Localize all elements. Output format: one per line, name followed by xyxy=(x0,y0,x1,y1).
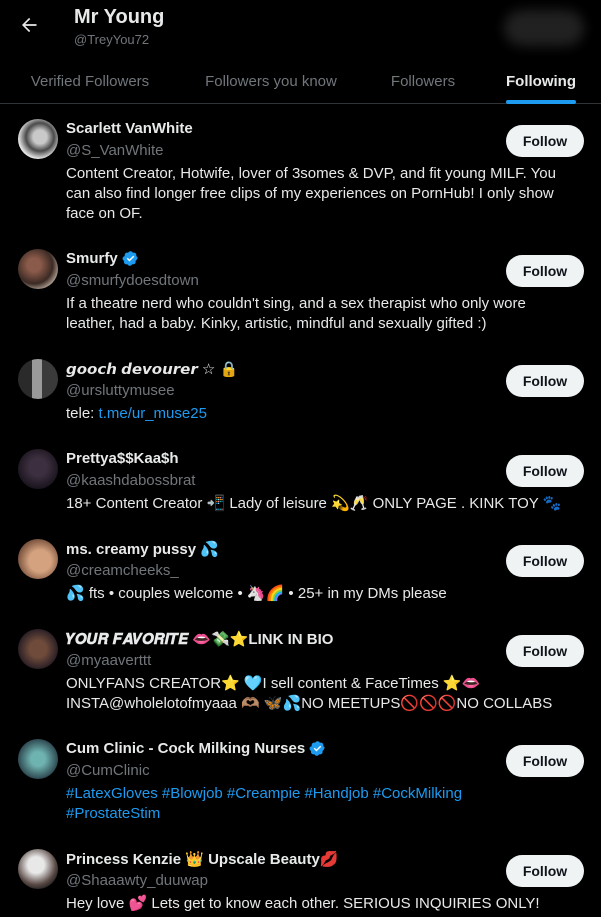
avatar[interactable] xyxy=(18,359,58,399)
user-cell[interactable]: ms. creamy pussy 💦 @creamcheeks_ 💦 fts •… xyxy=(0,525,601,615)
follow-button[interactable]: Follow xyxy=(506,255,584,287)
follow-button[interactable]: Follow xyxy=(506,455,584,487)
user-name-text: 𝙜𝙤𝙤𝙘𝙝 𝙙𝙚𝙫𝙤𝙪𝙧𝙚𝙧 ☆ 🔒 xyxy=(66,361,239,378)
user-bio: 18+ Content Creator 📲 Lady of leisure 💫🥂… xyxy=(66,494,576,514)
profile-handle: @TreyYou72 xyxy=(74,32,150,47)
user-display-name[interactable]: Prettya$$Kaa$h xyxy=(66,450,179,467)
bio-line: leather, had a baby. Kinky, artistic, mi… xyxy=(66,315,487,332)
user-bio: Content Creator, Hotwife, lover of 3some… xyxy=(66,164,576,224)
bio-line: can also find longer free clips of my ex… xyxy=(66,185,554,202)
follow-button[interactable]: Follow xyxy=(506,545,584,577)
tab-label: Followers xyxy=(390,72,456,90)
user-name-text: 𝒀𝑶𝑼𝑹 𝑭𝑨𝑽𝑶𝑹𝑰𝑻𝑬 👄💸⭐LINK IN BIO xyxy=(66,631,334,648)
follow-button[interactable]: Follow xyxy=(506,635,584,667)
user-cell[interactable]: Smurfy @smurfydoesdtown If a theatre ner… xyxy=(0,235,601,345)
follow-button[interactable]: Follow xyxy=(506,855,584,887)
bio-prefix: tele: xyxy=(66,405,99,422)
follow-button[interactable]: Follow xyxy=(506,125,584,157)
follow-button[interactable]: Follow xyxy=(506,745,584,777)
back-button[interactable] xyxy=(14,10,44,40)
user-name-text: Scarlett VanWhite xyxy=(66,120,193,137)
user-name-text: Cum Clinic - Cock Milking Nurses xyxy=(66,740,306,757)
user-bio: tele: t.me/ur_muse25 xyxy=(66,404,576,424)
bio-line: face on OF. xyxy=(66,205,143,222)
tab-following[interactable]: Following xyxy=(484,58,598,104)
user-bio-hashtags[interactable]: #LatexGloves #Blowjob #Creampie #Handjob… xyxy=(66,784,576,824)
profile-header: Mr Young @TreyYou72 xyxy=(0,0,601,52)
user-cell[interactable]: Princess Kenzie 👑 Upscale Beauty💋 @Shaaa… xyxy=(0,835,601,915)
tab-followers[interactable]: Followers xyxy=(362,58,484,104)
tab-bar: Verified Followers Followers you know Fo… xyxy=(0,58,601,104)
verified-badge-icon xyxy=(122,251,138,266)
user-handle[interactable]: @ursluttymusee xyxy=(66,382,175,399)
avatar[interactable] xyxy=(18,119,58,159)
bio-line: If a theatre nerd who couldn't sing, and… xyxy=(66,295,526,312)
user-handle[interactable]: @S_VanWhite xyxy=(66,142,164,159)
user-display-name[interactable]: Cum Clinic - Cock Milking Nurses xyxy=(66,740,326,757)
tab-label: Followers you know xyxy=(205,72,337,90)
user-display-name[interactable]: 𝙜𝙤𝙤𝙘𝙝 𝙙𝙚𝙫𝙤𝙪𝙧𝙚𝙧 ☆ 🔒 xyxy=(66,360,238,378)
user-handle[interactable]: @creamcheeks_ xyxy=(66,562,179,579)
user-name-text: Prettya$$Kaa$h xyxy=(66,450,179,467)
bio-line: 18+ Content Creator 📲 Lady of leisure 💫🥂… xyxy=(66,495,562,512)
user-display-name[interactable]: ms. creamy pussy 💦 xyxy=(66,540,219,558)
profile-name: Mr Young xyxy=(74,6,165,28)
user-display-name[interactable]: Princess Kenzie 👑 Upscale Beauty💋 xyxy=(66,850,338,868)
avatar[interactable] xyxy=(18,849,58,889)
arrow-left-icon xyxy=(22,17,37,33)
user-cell[interactable]: 𝒀𝑶𝑼𝑹 𝑭𝑨𝑽𝑶𝑹𝑰𝑻𝑬 👄💸⭐LINK IN BIO @myaaverttt… xyxy=(0,615,601,725)
user-bio: If a theatre nerd who couldn't sing, and… xyxy=(66,294,576,334)
verified-badge-icon xyxy=(309,741,325,756)
bio-line: Content Creator, Hotwife, lover of 3some… xyxy=(66,165,556,182)
user-cell[interactable]: Prettya$$Kaa$h @kaashdabossbrat 18+ Cont… xyxy=(0,435,601,525)
user-handle[interactable]: @kaashdabossbrat xyxy=(66,472,195,489)
user-display-name[interactable]: 𝒀𝑶𝑼𝑹 𝑭𝑨𝑽𝑶𝑹𝑰𝑻𝑬 👄💸⭐LINK IN BIO xyxy=(66,630,333,648)
user-bio: 💦 fts • couples welcome • 🦄🌈 • 25+ in my… xyxy=(66,584,576,604)
user-display-name[interactable]: Smurfy xyxy=(66,250,139,267)
tab-followers-you-know[interactable]: Followers you know xyxy=(180,58,362,104)
bio-line: Hey love 💕 Lets get to know each other. … xyxy=(66,895,540,912)
user-name-text: Princess Kenzie 👑 Upscale Beauty💋 xyxy=(66,851,339,868)
follow-button[interactable]: Follow xyxy=(506,365,584,397)
avatar[interactable] xyxy=(18,629,58,669)
tab-label: Verified Followers xyxy=(30,72,150,90)
avatar[interactable] xyxy=(18,539,58,579)
user-display-name[interactable]: Scarlett VanWhite xyxy=(66,120,193,137)
user-cell[interactable]: Scarlett VanWhite @S_VanWhite Content Cr… xyxy=(0,105,601,235)
bio-line: ONLYFANS CREATOR⭐ 🩵I sell content & Face… xyxy=(66,675,481,692)
user-name-text: Smurfy xyxy=(66,250,118,267)
following-list: Scarlett VanWhite @S_VanWhite Content Cr… xyxy=(0,105,601,915)
tab-label: Following xyxy=(506,72,576,90)
user-bio: ONLYFANS CREATOR⭐ 🩵I sell content & Face… xyxy=(66,674,576,714)
avatar[interactable] xyxy=(18,449,58,489)
hashtag-line[interactable]: #ProstateStim xyxy=(66,804,576,824)
avatar[interactable] xyxy=(18,739,58,779)
user-cell[interactable]: 𝙜𝙤𝙤𝙘𝙝 𝙙𝙚𝙫𝙤𝙪𝙧𝙚𝙧 ☆ 🔒 @ursluttymusee tele: … xyxy=(0,345,601,435)
user-name-text: ms. creamy pussy 💦 xyxy=(66,541,219,558)
user-handle[interactable]: @Shaaawty_duuwap xyxy=(66,872,208,889)
blurred-header-element xyxy=(504,10,584,46)
bio-line: INSTA@wholelotofmyaaa 🫶🏽 🦋💦NO MEETUPS🚫🚫🚫… xyxy=(66,695,553,712)
bio-line: 💦 fts • couples welcome • 🦄🌈 • 25+ in my… xyxy=(66,585,447,602)
user-handle[interactable]: @smurfydoesdtown xyxy=(66,272,199,289)
avatar[interactable] xyxy=(18,249,58,289)
tab-verified-followers[interactable]: Verified Followers xyxy=(0,58,180,104)
user-handle[interactable]: @myaaverttt xyxy=(66,652,151,669)
bio-link[interactable]: t.me/ur_muse25 xyxy=(99,405,207,422)
hashtag-line[interactable]: #LatexGloves #Blowjob #Creampie #Handjob… xyxy=(66,784,576,804)
active-tab-indicator xyxy=(506,100,576,104)
user-bio: Hey love 💕 Lets get to know each other. … xyxy=(66,894,576,914)
user-handle[interactable]: @CumClinic xyxy=(66,762,150,779)
user-cell[interactable]: Cum Clinic - Cock Milking Nurses @CumCli… xyxy=(0,725,601,835)
